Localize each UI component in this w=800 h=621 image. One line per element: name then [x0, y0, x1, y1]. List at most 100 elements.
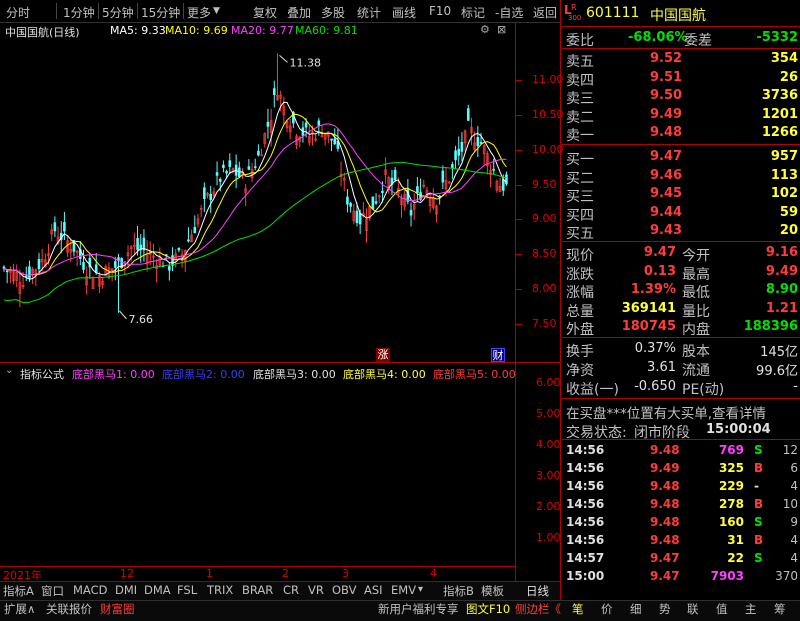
period-tab-fenshi[interactable]: 分时 [6, 4, 30, 21]
chevron-down-icon[interactable]: ▾ [418, 584, 423, 599]
tick-time: 14:56 [566, 497, 605, 511]
tab-dma[interactable]: DMA [144, 583, 171, 598]
indicator-item-3: 底部黑马3: 0.00 [253, 368, 336, 381]
tab-window[interactable]: 窗口 [41, 583, 64, 598]
ask-row[interactable]: 卖五 9.52 354 [562, 50, 800, 70]
period-tab-1min[interactable]: 1分钟 [63, 4, 95, 21]
back-button[interactable]: 返回 [533, 4, 557, 21]
bid-row[interactable]: 买一 9.47 957 [562, 148, 800, 168]
tick-volume: 769 [718, 443, 744, 457]
candle-body [454, 150, 457, 161]
tick-volume: 229 [718, 479, 744, 493]
weibi-value: -68.06% [628, 30, 688, 45]
candle-body [466, 108, 470, 121]
quote-value: 9.49 [765, 263, 798, 279]
draw-line-button[interactable]: 画线 [392, 4, 416, 21]
tab-cr[interactable]: CR [283, 583, 299, 598]
tab-vr[interactable]: VR [308, 583, 324, 598]
bid-row[interactable]: 买二 9.46 113 [562, 167, 800, 187]
finance-marker[interactable]: 财 [491, 348, 505, 362]
f10-button[interactable]: F10 [429, 4, 451, 18]
overlay-button[interactable]: 叠加 [287, 4, 311, 21]
tick-count: 370 [775, 569, 798, 583]
fundamental-value: -0.650 [634, 379, 676, 394]
indicator-tick-label: 3.00 [536, 469, 561, 482]
candle-body [476, 137, 480, 147]
period-label[interactable]: 日线 [526, 583, 549, 598]
candle-body [457, 148, 461, 156]
ma5-label: MA5: 9.33 [110, 24, 166, 37]
candle-body [374, 201, 378, 204]
tab-fsl[interactable]: FSL [177, 583, 197, 598]
tab-indicator-a[interactable]: 指标A [3, 583, 34, 598]
tick-side: S [754, 443, 763, 457]
fundamental-label: 净资 [566, 363, 594, 379]
expand-button[interactable]: 扩展∧ [4, 601, 35, 618]
gear-icon[interactable]: ⚙ [480, 23, 490, 36]
candle-body [28, 266, 31, 279]
tick-row: 14:56 9.48 278 B 10 [562, 496, 800, 514]
tab-trix[interactable]: TRIX [207, 583, 233, 598]
ask-row[interactable]: 卖一 9.48 1266 [562, 124, 800, 144]
notice-row[interactable]: 在买盘***位置有大买单,查看详情 [562, 401, 800, 422]
top-toolbar: 分时 1分钟 5分钟 15分钟 更多 ▼ 复权 叠加 多股 统计 画线 F10 … [0, 0, 560, 23]
fuquan-button[interactable]: 复权 [253, 4, 277, 21]
quote-value: 180745 [621, 319, 676, 335]
bid-row[interactable]: 买三 9.45 102 [562, 185, 800, 205]
tick-time: 14:56 [566, 515, 605, 529]
indicator-tick-label: 6.00 [536, 376, 561, 389]
tab-indicator-b[interactable]: 指标B [443, 583, 474, 598]
ask-row[interactable]: 卖二 9.49 1201 [562, 106, 800, 126]
tick-side: S [754, 515, 763, 529]
candle-body [349, 202, 352, 207]
bid-row[interactable]: 买五 9.43 20 [562, 222, 800, 242]
new-user-benefit-link[interactable]: 新用户福利专享 [378, 601, 459, 618]
period-tab-more[interactable]: 更多 [187, 4, 211, 21]
tick-time: 14:56 [566, 461, 605, 475]
multi-stock-button[interactable]: 多股 [321, 4, 345, 21]
close-icon[interactable]: ⊠ [497, 23, 506, 36]
stats-button[interactable]: 统计 [357, 4, 381, 21]
related-quote-button[interactable]: 关联报价 [46, 601, 92, 618]
ask-row[interactable]: 卖四 9.51 26 [562, 69, 800, 89]
bid-row[interactable]: 买四 9.44 59 [562, 204, 800, 224]
big-order-notice[interactable]: 在买盘***位置有大买单,查看详情 [566, 402, 766, 422]
f10-graphic-button[interactable]: 图文F10 [466, 601, 510, 618]
candle-body [492, 168, 496, 171]
chevron-down-icon[interactable]: ▼ [213, 6, 220, 16]
mark-button[interactable]: 标记 [461, 4, 485, 21]
sidebar-toggle[interactable]: 侧边栏《 [515, 601, 561, 618]
low-pointer [119, 310, 127, 320]
tab-dmi[interactable]: DMI [115, 583, 137, 598]
ask-volume: 26 [779, 69, 798, 85]
ask-row[interactable]: 卖三 9.50 3736 [562, 87, 800, 107]
tab-asi[interactable]: ASI [364, 583, 383, 598]
period-tab-15min[interactable]: 15分钟 [141, 4, 180, 21]
chevron-down-icon[interactable]: ⌄ [5, 365, 13, 376]
candle-body [317, 120, 321, 126]
tab-obv[interactable]: OBV [332, 583, 356, 598]
fundamental-label: 流通 [682, 363, 710, 379]
bid-volume: 113 [770, 167, 798, 183]
tick-volume: 160 [718, 515, 744, 529]
tab-emv[interactable]: EMV [391, 583, 416, 598]
ask-volume: 1266 [761, 125, 798, 141]
tab-brar[interactable]: BRAR [242, 583, 273, 598]
rise-marker[interactable]: 涨 [376, 348, 390, 362]
tick-volume: 325 [718, 461, 744, 475]
tick-time: 14:56 [566, 533, 605, 547]
add-watchlist-button[interactable]: -自选 [495, 4, 523, 21]
tab-macd[interactable]: MACD [73, 583, 107, 598]
tick-price: 9.48 [650, 533, 680, 547]
ma60-label: MA60: 9.81 [295, 24, 358, 37]
candle-body [355, 210, 359, 224]
date-label: 1 [206, 567, 213, 580]
candlestick-chart[interactable]: 11.38 7.66 [0, 38, 520, 338]
candle-body [479, 141, 483, 144]
ask-volume: 354 [770, 51, 798, 66]
bid-price: 9.44 [650, 204, 683, 220]
period-tab-5min[interactable]: 5分钟 [102, 4, 134, 21]
wealth-circle-button[interactable]: 财富圈 [100, 601, 135, 618]
tab-template[interactable]: 模板 [481, 583, 504, 598]
axis-tick [516, 114, 522, 116]
